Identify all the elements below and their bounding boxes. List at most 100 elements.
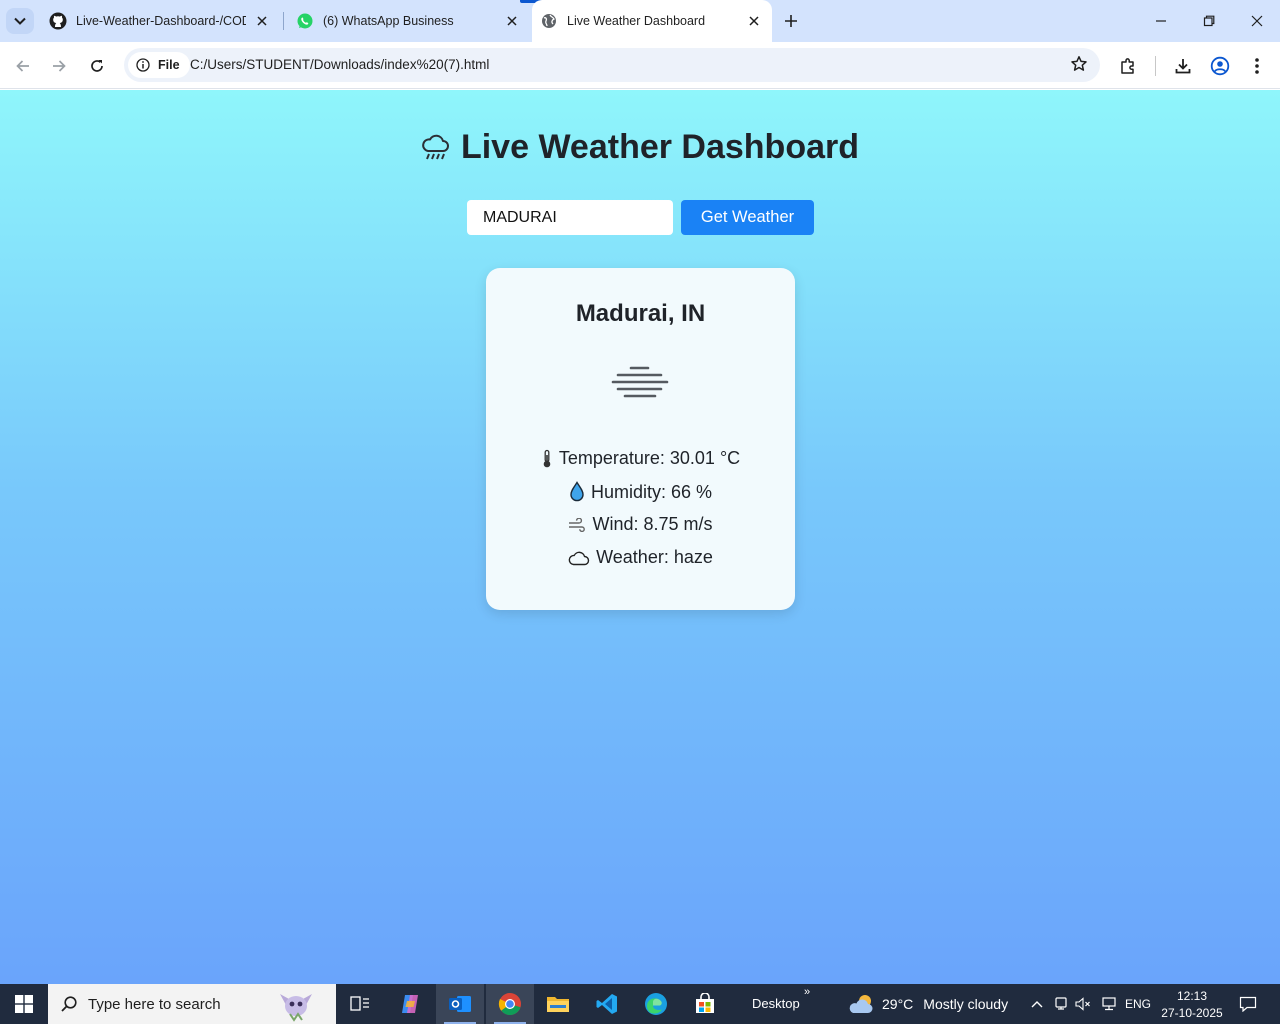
taskbar-search[interactable]: Type here to search [48, 984, 336, 1024]
whatsapp-icon [296, 12, 314, 30]
search-icon [61, 996, 77, 1012]
windows-logo-icon [15, 995, 33, 1013]
volume-muted-icon [1075, 997, 1090, 1011]
clock-time: 12:13 [1176, 989, 1208, 1003]
site-info-chip[interactable]: File [128, 52, 190, 78]
page-title: Live Weather Dashboard [0, 128, 1280, 167]
toolbar-divider [1155, 56, 1156, 76]
clock[interactable]: 12:13 27-10-2025 [1158, 988, 1226, 1022]
tab-search-button[interactable] [6, 8, 34, 34]
store-icon [696, 993, 714, 1013]
copilot-app[interactable] [386, 984, 434, 1024]
tab-github[interactable]: Live-Weather-Dashboard-/CODE [40, 0, 280, 42]
network-button[interactable] [1098, 984, 1120, 1024]
device-icon [1055, 997, 1067, 1010]
get-weather-button[interactable]: Get Weather [681, 200, 814, 235]
weather-row: Weather: haze [486, 547, 795, 568]
notifications-button[interactable] [1236, 984, 1260, 1024]
outlook-icon [449, 996, 471, 1012]
notification-icon [1239, 996, 1257, 1012]
bookmark-star-icon[interactable] [1070, 55, 1088, 78]
volume-button[interactable] [1074, 984, 1092, 1024]
arrow-left-icon [16, 60, 29, 72]
taskbar-weather-widget[interactable]: 29°C Mostly cloudy [848, 984, 1008, 1024]
account-icon [1210, 56, 1230, 76]
close-tab-icon[interactable] [504, 13, 520, 29]
cloud-rain-icon [422, 134, 449, 160]
weather-card: Madurai, IN Temperature: 30.01 °C Humidi… [486, 268, 795, 610]
vscode-icon [596, 994, 617, 1014]
search-row: Get Weather [467, 200, 814, 235]
tray-device-icon[interactable] [1052, 984, 1070, 1024]
restore-button[interactable] [1186, 0, 1232, 42]
humidity-text: Humidity: 66 % [590, 481, 713, 502]
city-input[interactable] [467, 200, 673, 235]
cloud-icon [568, 550, 590, 566]
store-app[interactable] [681, 984, 729, 1024]
tab-separator [283, 12, 284, 30]
tab-title: (6) WhatsApp Business [323, 14, 454, 28]
wind-row: Wind: 8.75 m/s [486, 514, 795, 535]
search-highlight-icon [280, 994, 312, 1022]
task-view-icon [350, 996, 369, 1011]
tab-title: Live Weather Dashboard [567, 14, 706, 28]
temperature-row: Temperature: 30.01 °C [486, 448, 795, 469]
weather-text: Weather: haze [596, 547, 713, 567]
city-name: Madurai, IN [575, 300, 706, 327]
wind-text: Wind: 8.75 m/s [592, 514, 713, 534]
edge-app[interactable] [632, 984, 680, 1024]
weather-desc: Mostly cloudy [923, 996, 1009, 1012]
partly-cloudy-icon [849, 995, 873, 1013]
taskbar: Type here to search Desktop » 29°C Mostl… [0, 984, 1280, 1024]
extensions-button[interactable] [1113, 51, 1143, 81]
downloads-button[interactable] [1168, 51, 1198, 81]
show-hidden-icons[interactable] [1028, 984, 1046, 1024]
toolbar-chevron[interactable]: » [804, 986, 810, 998]
close-icon [1251, 15, 1263, 27]
url-text[interactable]: C:/Users/STUDENT/Downloads/index%20(7).h… [190, 57, 489, 72]
chevron-up-icon [1031, 1001, 1043, 1008]
close-tab-icon[interactable] [254, 13, 270, 29]
forward-button[interactable] [44, 51, 74, 81]
close-window-button[interactable] [1234, 0, 1280, 42]
tab-weather-dashboard[interactable]: Live Weather Dashboard [532, 0, 772, 42]
outlook-app[interactable] [436, 984, 484, 1024]
address-bar[interactable]: File C:/Users/STUDENT/Downloads/index%20… [124, 48, 1100, 82]
chrome-app[interactable] [486, 984, 534, 1024]
weather-temp: 29°C [882, 996, 914, 1012]
page-title-text: Live Weather Dashboard [460, 128, 860, 166]
copilot-icon [402, 995, 418, 1013]
language-indicator[interactable]: ENG [1124, 984, 1152, 1024]
page-viewport: Live Weather Dashboard Get Weather Madur… [0, 90, 1280, 984]
minimize-button[interactable] [1138, 0, 1184, 42]
task-view-button[interactable] [336, 984, 384, 1024]
puzzle-icon [1121, 58, 1134, 74]
file-explorer-app[interactable] [534, 984, 582, 1024]
menu-button[interactable] [1242, 51, 1272, 81]
desktop-toolbar-label[interactable]: Desktop [752, 996, 800, 1011]
temperature-text: Temperature: 30.01 °C [558, 448, 741, 468]
thermometer-icon [541, 449, 553, 469]
chip-label: File [158, 58, 180, 72]
start-button[interactable] [0, 984, 48, 1024]
new-tab-button[interactable] [778, 9, 804, 33]
search-placeholder: Type here to search [88, 996, 221, 1013]
vscode-app[interactable] [583, 984, 631, 1024]
reload-button[interactable] [82, 51, 112, 81]
folder-icon [547, 997, 569, 1012]
reload-icon [91, 60, 103, 72]
close-tab-icon[interactable] [746, 13, 762, 29]
profile-button[interactable] [1205, 51, 1235, 81]
tab-strip: Live-Weather-Dashboard-/CODE (6) WhatsAp… [0, 0, 1280, 42]
haze-icon [611, 366, 669, 398]
minimize-icon [1156, 20, 1166, 22]
edge-icon [645, 993, 667, 1015]
info-icon [136, 58, 150, 72]
tab-whatsapp[interactable]: (6) WhatsApp Business [286, 0, 530, 42]
droplet-icon [569, 481, 585, 503]
plus-icon [785, 15, 797, 27]
back-button[interactable] [8, 51, 38, 81]
browser-toolbar: File C:/Users/STUDENT/Downloads/index%20… [0, 42, 1280, 89]
globe-icon [540, 12, 558, 30]
github-icon [49, 12, 67, 30]
